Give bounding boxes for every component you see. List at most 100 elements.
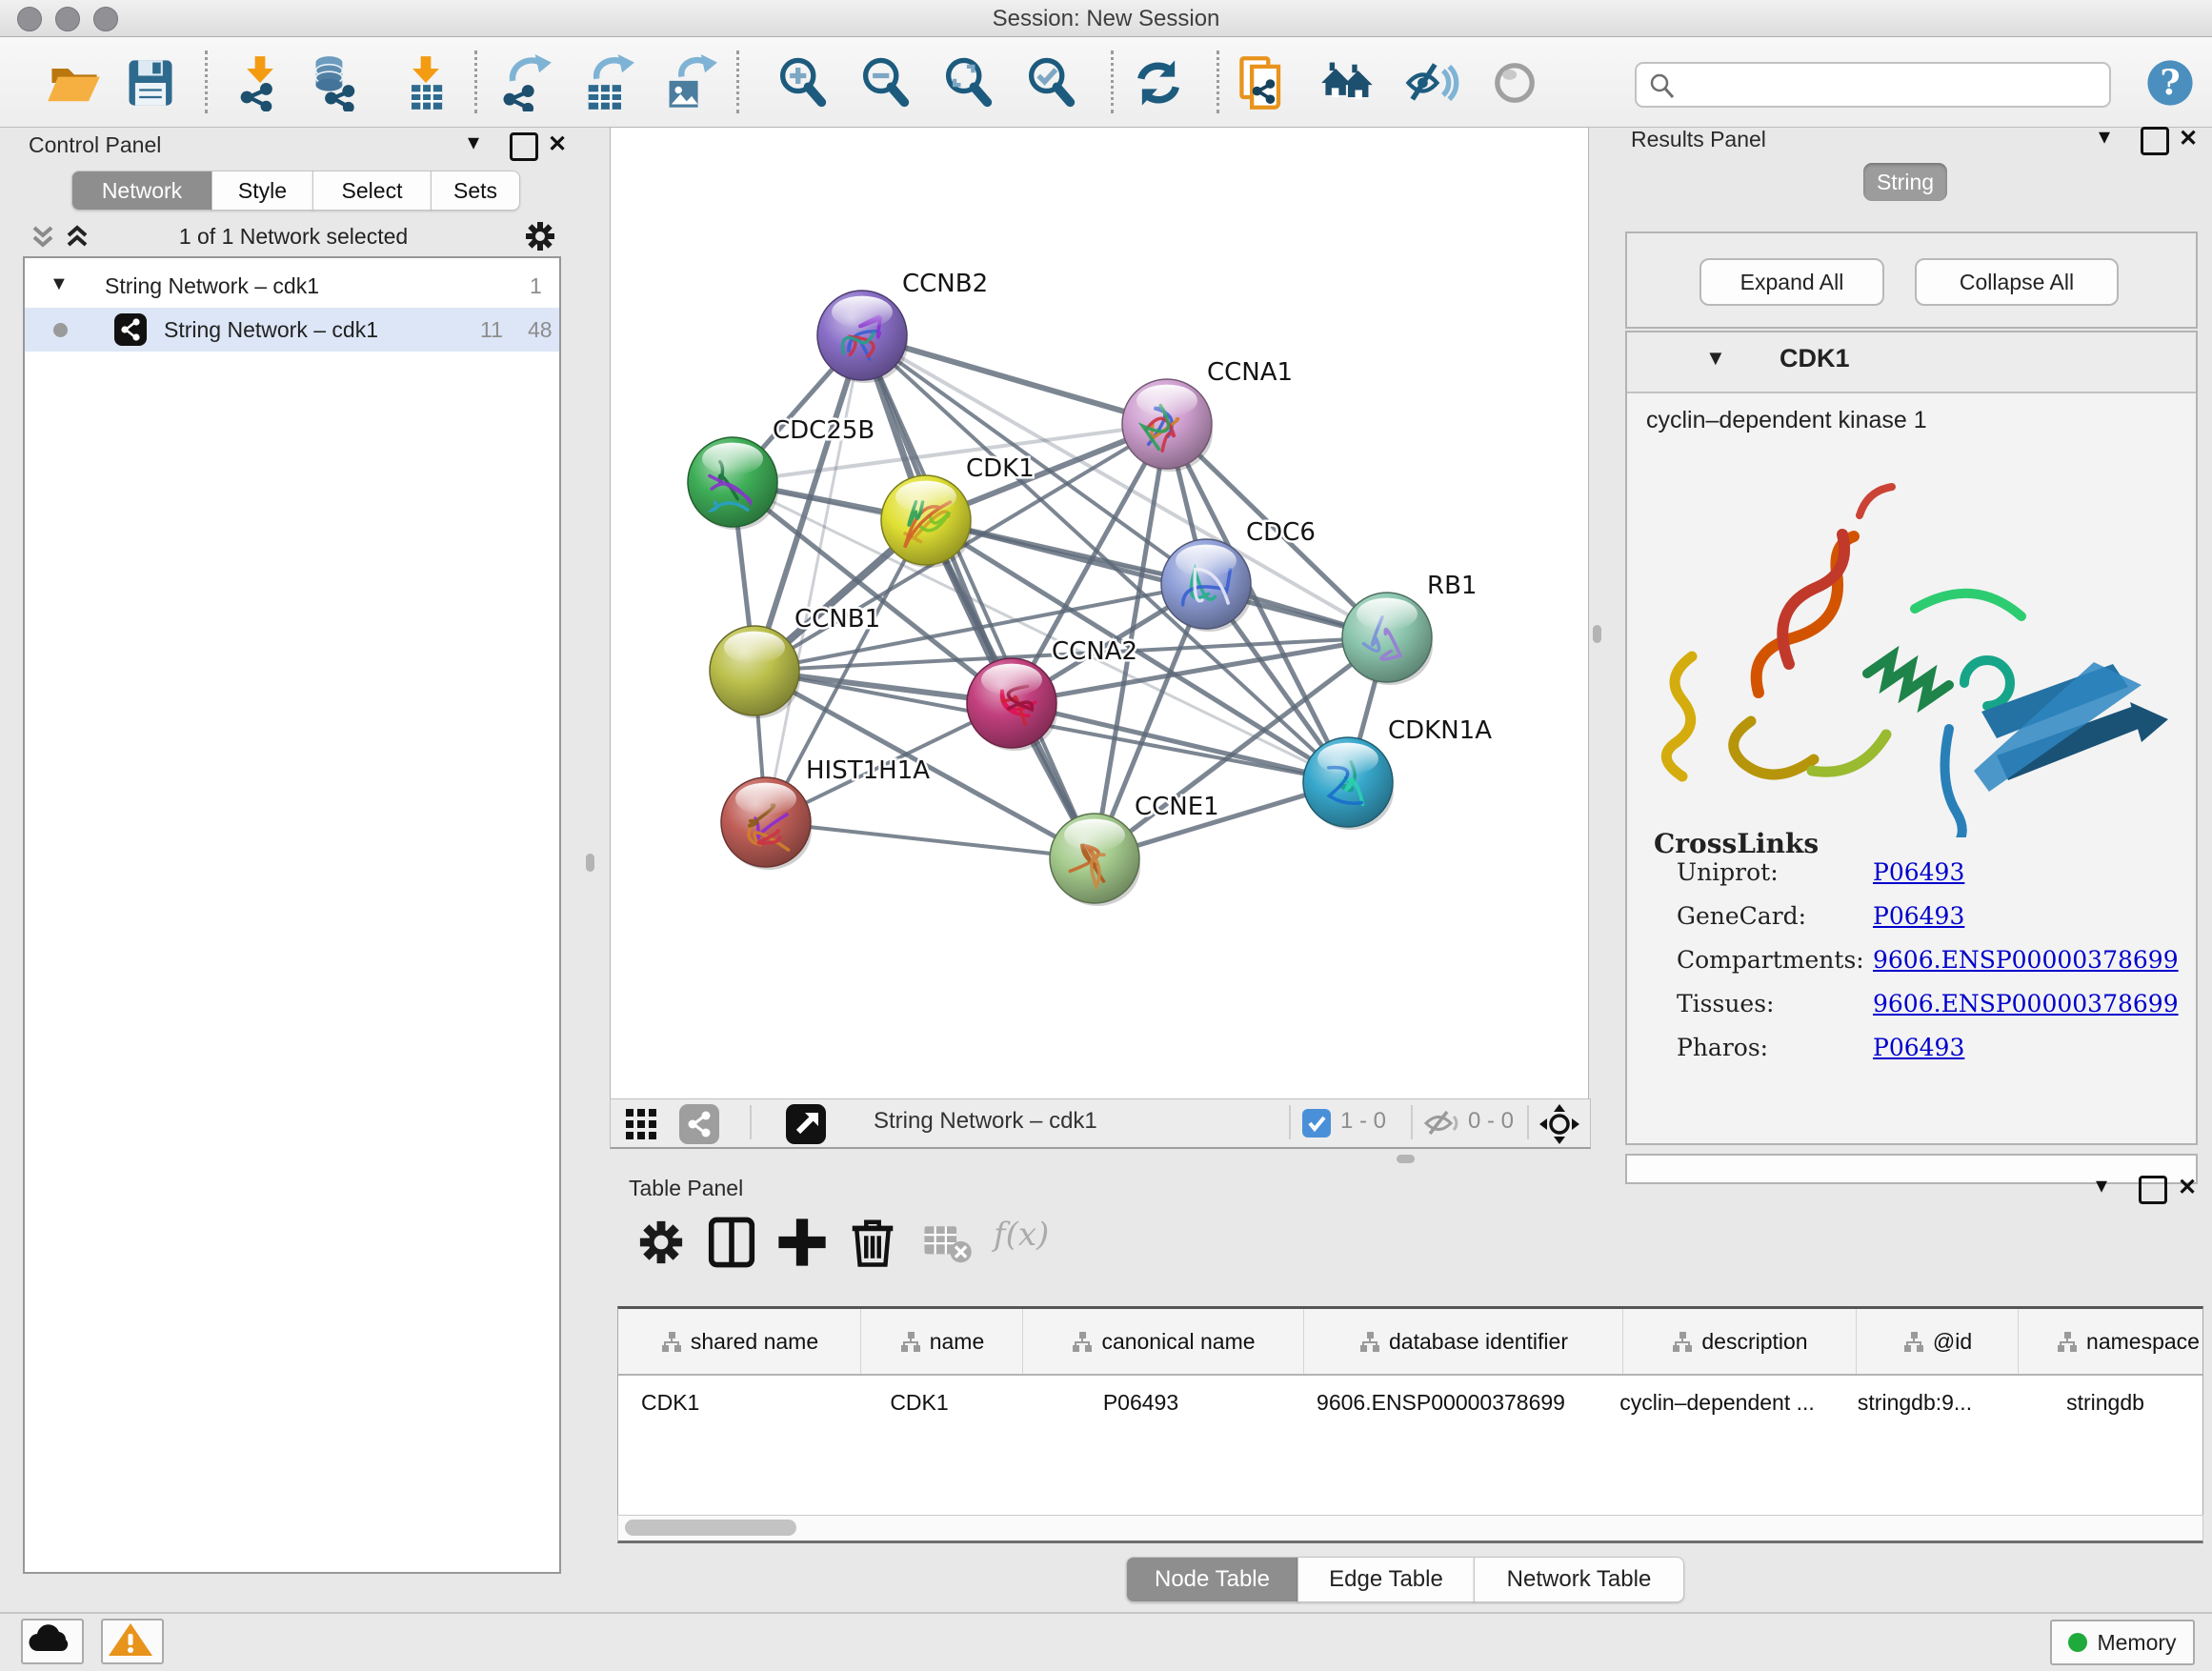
tab-sets[interactable]: Sets bbox=[431, 171, 520, 211]
tab-select[interactable]: Select bbox=[312, 171, 432, 211]
table-column-header[interactable]: namespace bbox=[2019, 1309, 2203, 1374]
table-cell[interactable]: stringdb bbox=[1996, 1376, 2203, 1429]
table-hscrollbar-thumb[interactable] bbox=[625, 1520, 796, 1536]
pan-crosshair-icon[interactable] bbox=[1538, 1103, 1580, 1145]
network-edge-count: 48 bbox=[528, 308, 553, 352]
open-session-button[interactable] bbox=[46, 54, 103, 111]
right-splitter-handle[interactable] bbox=[1593, 625, 1601, 643]
zoom-selected-icon bbox=[1022, 54, 1079, 111]
table-cell[interactable]: P06493 bbox=[1000, 1376, 1281, 1429]
network-from-clipboard-button[interactable] bbox=[1236, 54, 1293, 111]
table-column-header[interactable]: @id bbox=[1857, 1309, 2019, 1374]
toolbar-separator bbox=[205, 50, 208, 113]
zoom-out-button[interactable] bbox=[856, 54, 914, 111]
import-table-button[interactable] bbox=[397, 54, 454, 111]
save-session-button[interactable] bbox=[122, 54, 179, 111]
tab-node-table[interactable]: Node Table bbox=[1126, 1557, 1298, 1602]
table-column-header[interactable]: database identifier bbox=[1304, 1309, 1623, 1374]
network-collection-row[interactable]: ▼ String Network – cdk1 1 bbox=[25, 264, 559, 308]
table-column-header[interactable]: shared name bbox=[618, 1309, 861, 1374]
toolbar-separator bbox=[1289, 1105, 1291, 1139]
node-label-ccnb2: CCNB2 bbox=[902, 270, 988, 298]
table-cell[interactable]: CDK1 bbox=[838, 1376, 1000, 1429]
table-header-row: shared name name canonical namedatabase id… bbox=[618, 1309, 2203, 1376]
table-cell[interactable]: stringdb:9... bbox=[1834, 1376, 1996, 1429]
table-column-header[interactable]: canonical name bbox=[1023, 1309, 1304, 1374]
node-table[interactable]: shared name name canonical namedatabase id… bbox=[617, 1306, 2203, 1519]
warnings-button[interactable] bbox=[101, 1619, 164, 1664]
zoom-fit-button[interactable] bbox=[939, 54, 996, 111]
column-type-icon bbox=[1358, 1331, 1381, 1354]
results-buttons-box: Expand All Collapse All bbox=[1625, 232, 2198, 329]
tab-network[interactable]: Network bbox=[71, 171, 212, 211]
toolbar-separator bbox=[736, 50, 739, 113]
add-column-icon[interactable] bbox=[775, 1216, 829, 1269]
apply-layout-button[interactable] bbox=[1130, 54, 1187, 111]
column-header-label: name bbox=[930, 1329, 985, 1354]
control-panel-collapse-icon[interactable]: ▾ bbox=[468, 129, 479, 157]
import-network-from-database-button[interactable] bbox=[309, 54, 366, 111]
results-panel-close-icon[interactable]: ✕ bbox=[2179, 125, 2198, 153]
network-row-selected[interactable]: String Network – cdk1 11 48 bbox=[25, 308, 559, 352]
birds-eye-view-icon[interactable] bbox=[786, 1104, 826, 1144]
control-panel-float-icon[interactable] bbox=[510, 132, 538, 161]
tab-edge-table[interactable]: Edge Table bbox=[1297, 1557, 1475, 1602]
table-panel-collapse-icon[interactable]: ▾ bbox=[2096, 1174, 2107, 1200]
table-hscrollbar[interactable] bbox=[617, 1515, 2203, 1543]
cdk1-section-header[interactable]: ▼ CDK1 bbox=[1627, 332, 2196, 393]
column-type-icon bbox=[1671, 1331, 1694, 1354]
section-collapse-triangle-icon[interactable]: ▼ bbox=[1705, 346, 1726, 371]
table-settings-gear-icon[interactable] bbox=[634, 1216, 688, 1269]
expand-all-button[interactable]: Expand All bbox=[1699, 258, 1884, 306]
crosslink-value-link[interactable]: 9606.ENSP00000378699 bbox=[1873, 990, 2179, 1017]
tab-string[interactable]: String bbox=[1863, 163, 1947, 201]
network-options-gear-icon[interactable] bbox=[522, 218, 558, 254]
collapse-all-button[interactable]: Collapse All bbox=[1915, 258, 2119, 306]
table-column-header[interactable]: description bbox=[1623, 1309, 1857, 1374]
collapse-all-networks-icon[interactable] bbox=[29, 222, 57, 252]
control-panel-close-icon[interactable]: ✕ bbox=[548, 131, 567, 159]
table-cell[interactable]: cyclin–dependent ... bbox=[1600, 1376, 1834, 1429]
cloud-status-button[interactable] bbox=[21, 1619, 84, 1664]
delete-column-trash-icon[interactable] bbox=[846, 1216, 899, 1269]
search-input[interactable] bbox=[1686, 66, 2100, 102]
export-table-button[interactable] bbox=[578, 54, 635, 111]
selected-nodes-checkbox-icon[interactable] bbox=[1302, 1109, 1331, 1137]
results-panel-float-icon[interactable] bbox=[2141, 127, 2169, 155]
table-cell[interactable]: CDK1 bbox=[618, 1376, 838, 1429]
network-node-count: 11 bbox=[480, 308, 503, 352]
table-cell[interactable]: 9606.ENSP00000378699 bbox=[1281, 1376, 1600, 1429]
crosslink-value-link[interactable]: 9606.ENSP00000378699 bbox=[1873, 946, 2179, 974]
results-panel-collapse-icon[interactable]: ▾ bbox=[2099, 123, 2110, 151]
zoom-selected-button[interactable] bbox=[1022, 54, 1079, 111]
export-image-button[interactable] bbox=[661, 54, 718, 111]
show-columns-icon[interactable] bbox=[705, 1216, 758, 1269]
import-network-icon bbox=[231, 54, 289, 111]
import-network-file-button[interactable] bbox=[231, 54, 289, 111]
collection-expand-triangle-icon[interactable]: ▼ bbox=[50, 262, 69, 306]
crosslink-value-link[interactable]: P06493 bbox=[1873, 858, 1964, 886]
protein-structure-image bbox=[1646, 456, 2176, 837]
node-label-rb1: RB1 bbox=[1427, 572, 1477, 600]
expand-all-networks-icon[interactable] bbox=[63, 222, 91, 252]
horizontal-splitter-handle[interactable] bbox=[1397, 1155, 1415, 1163]
export-network-button[interactable] bbox=[496, 54, 553, 111]
network-canvas[interactable]: CCNB2CCNA1CDC25BCDK1CDC6RB1CCNB1CCNA2CDK… bbox=[610, 127, 1589, 1099]
help-button[interactable]: ? bbox=[2142, 54, 2199, 111]
table-panel-close-icon[interactable]: ✕ bbox=[2178, 1174, 2197, 1202]
crosslink-value-link[interactable]: P06493 bbox=[1873, 902, 1964, 930]
left-splitter-handle[interactable] bbox=[586, 854, 594, 872]
crosslink-value-link[interactable]: P06493 bbox=[1873, 1034, 1964, 1061]
grid-view-icon[interactable] bbox=[624, 1107, 658, 1141]
enable-glass-effect-button[interactable] bbox=[1402, 54, 1459, 111]
table-column-header[interactable]: name bbox=[861, 1309, 1023, 1374]
table-row[interactable]: CDK1CDK1P064939606.ENSP00000378699cyclin… bbox=[618, 1376, 2203, 1429]
string-home-button[interactable] bbox=[1319, 54, 1377, 111]
table-panel-float-icon[interactable] bbox=[2139, 1176, 2167, 1204]
tab-style[interactable]: Style bbox=[211, 171, 313, 211]
zoom-in-button[interactable] bbox=[774, 54, 831, 111]
memory-button[interactable]: Memory bbox=[2050, 1620, 2195, 1665]
share-view-icon[interactable] bbox=[679, 1104, 719, 1144]
hide-glass-effect-button[interactable] bbox=[1486, 54, 1543, 111]
tab-network-table[interactable]: Network Table bbox=[1474, 1557, 1684, 1602]
